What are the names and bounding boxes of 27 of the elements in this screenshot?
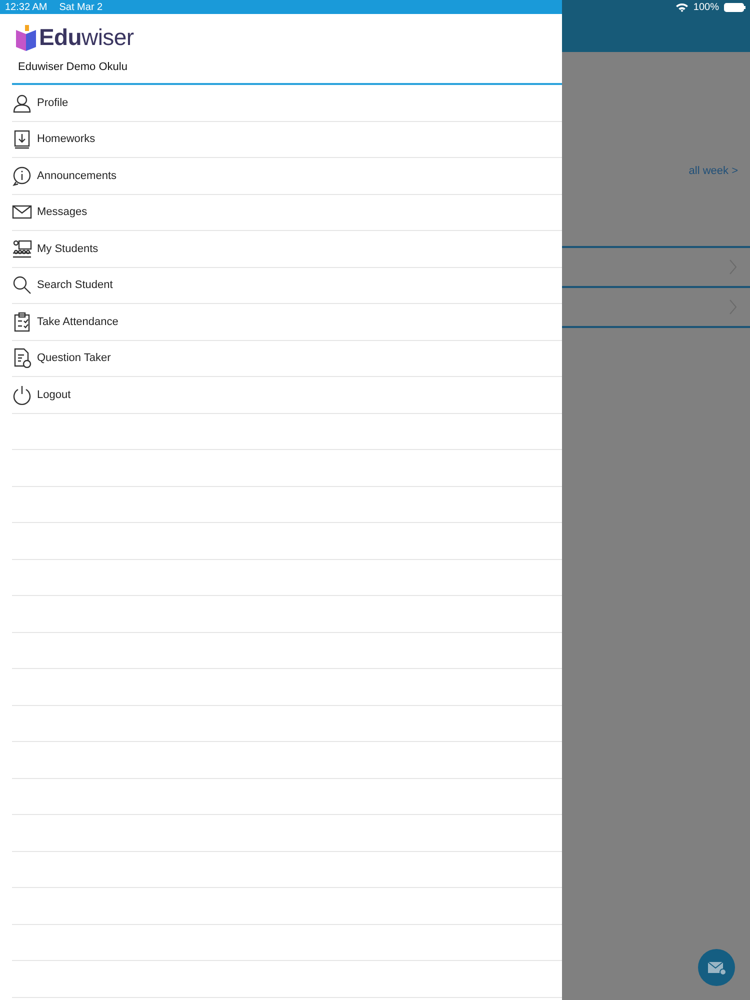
menu-item[interactable]: Homeworks [12,122,562,158]
clipboard-icon [12,312,32,332]
logo-icon [16,24,36,50]
menu-item[interactable]: Logout [12,377,562,414]
school-name: Eduwiser Demo Okulu [18,61,128,73]
status-time: 12:32 AM [5,2,48,12]
search-icon [12,275,32,296]
menu-item[interactable]: Search Student [12,268,562,304]
battery-icon [724,2,746,12]
person-icon [12,92,32,113]
wifi-icon [676,2,688,12]
document-clock-icon [12,348,32,368]
menu-item[interactable]: Messages [12,194,562,231]
power-icon [12,384,32,405]
status-date: Sat Mar 2 [59,2,103,12]
menu-item[interactable]: Take Attendance [12,304,562,340]
classroom-icon [12,238,32,259]
info-bubble-icon [12,166,32,186]
battery-percent: 100% [693,2,719,12]
download-book-icon [12,129,32,150]
menu-item[interactable]: Question Taker [12,340,562,377]
compose-message-button[interactable] [698,949,735,986]
menu-item[interactable]: Announcements [12,158,562,194]
menu-item[interactable]: Profile [12,85,562,122]
envelope-icon [708,960,726,974]
menu-item[interactable]: My Students [12,231,562,268]
logo-wordmark: Eduwiser [39,24,134,51]
